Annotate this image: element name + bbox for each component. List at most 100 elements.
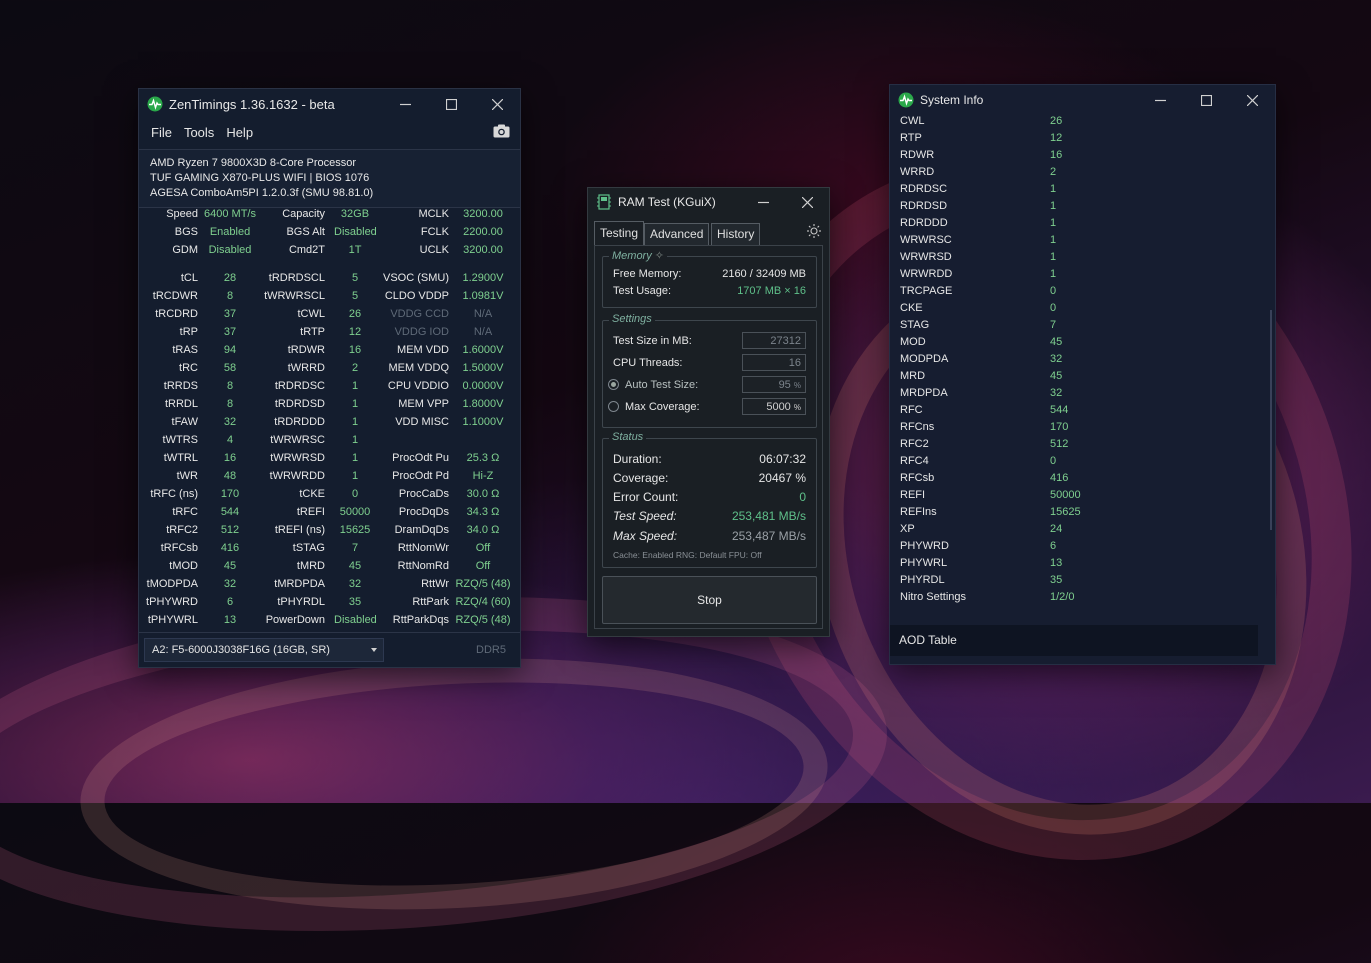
timing-label: CLDO VDDP — [384, 290, 449, 302]
close-button[interactable] — [785, 188, 829, 216]
close-button[interactable] — [474, 89, 520, 119]
duration-label: Duration: — [613, 452, 662, 466]
timing-value: 4 — [226, 434, 234, 446]
dimm-select-value: A2: F5-6000J3038F16G (16GB, SR) — [152, 644, 330, 656]
memory-group-title: Memory ✧ — [609, 249, 668, 262]
timing-value: 48 — [223, 470, 237, 482]
scrollbar[interactable] — [1270, 310, 1272, 530]
timing-value: 32 — [223, 416, 237, 428]
timing-label: FCLK — [420, 226, 449, 238]
list-item: PHYRDL 35 — [890, 573, 1260, 590]
item-value: 0 — [1050, 455, 1057, 467]
timing-label: RttNomWr — [397, 542, 449, 554]
stop-button[interactable]: Stop — [602, 576, 817, 624]
max-coverage-radio[interactable] — [608, 401, 619, 412]
timing-value: 416 — [220, 542, 240, 554]
minimize-button[interactable] — [382, 89, 428, 119]
timing-label: tRDRDSCL — [268, 272, 325, 284]
timing-row: tRAS 94 tRDWR 16 MEM VDD 1.6000V — [139, 342, 520, 360]
timing-value: 1T — [348, 244, 362, 256]
test-speed-label: Test Speed: — [613, 509, 677, 523]
timing-row: tWTRL 16 tWRWRSD 1 ProcOdt Pu 25.3 Ω — [139, 450, 520, 468]
tab-testing[interactable]: Testing — [594, 221, 645, 246]
list-item: PHYWRL 13 — [890, 556, 1260, 573]
minimize-button[interactable] — [741, 188, 785, 216]
item-value: 13 — [1050, 557, 1063, 569]
status-group: Status Duration: 06:07:32 Coverage: 20467 … — [602, 431, 817, 568]
item-key: PHYWRD — [900, 540, 949, 552]
free-memory-label: Free Memory: — [613, 268, 682, 280]
item-value: 1 — [1050, 217, 1057, 229]
menu-file[interactable]: File — [145, 125, 178, 140]
timing-value: Disabled — [208, 244, 252, 256]
ramtest-window[interactable]: RAM Test (KGuiX) Testing Advanced Histor… — [587, 187, 830, 637]
item-value: 1/2/0 — [1050, 591, 1075, 603]
maximize-button[interactable] — [428, 89, 474, 119]
camera-icon[interactable] — [493, 124, 510, 138]
timing-row: tPHYWRD 6 tPHYRDL 35 RttPark RZQ/4 (60) — [139, 594, 520, 612]
test-size-input[interactable]: 27312 — [742, 332, 806, 349]
zen-timings-grid: tCL 28 tRDRDSCL 5 VSOC (SMU) 1.2900V tRCDWR 8 tW… — [139, 270, 520, 630]
timing-label: tWRWRSD — [270, 452, 325, 464]
timing-value: RZQ/4 (60) — [455, 596, 511, 608]
item-value: 1 — [1050, 251, 1057, 263]
item-key: REFI — [900, 489, 926, 501]
timing-label: tMOD — [169, 560, 198, 572]
timing-label: tRC — [179, 362, 198, 374]
list-item: MODPDA 32 — [890, 352, 1260, 369]
zentimings-app-icon — [147, 96, 163, 112]
item-key: PHYWRL — [900, 557, 948, 569]
timing-value: 32 — [223, 578, 237, 590]
timing-label: VDDG CCD — [390, 308, 449, 320]
list-item: MRD 45 — [890, 369, 1260, 386]
timing-value: 1.8000V — [462, 398, 504, 410]
aod-table-header[interactable]: AOD Table — [890, 625, 1258, 656]
timing-label: tRAS — [172, 344, 198, 356]
timing-row: tPHYWRL 13 PowerDown Disabled RttParkDqs RZQ/… — [139, 612, 520, 630]
timing-label: RttWr — [421, 578, 449, 590]
auto-test-size-input[interactable]: 95 % — [742, 376, 806, 393]
max-coverage-input[interactable]: 5000 % — [742, 398, 806, 415]
tab-history[interactable]: History — [711, 223, 761, 245]
item-value: 12 — [1050, 132, 1063, 144]
system-info-window[interactable]: System Info WRWRSCL5CWL26RTP12RDWR16WRRD… — [889, 84, 1276, 665]
timing-label: tRCDWR — [152, 290, 198, 302]
error-count-label: Error Count: — [613, 490, 679, 504]
tab-advanced[interactable]: Advanced — [644, 223, 710, 245]
timing-value: 1 — [351, 452, 359, 464]
zentimings-app-icon — [898, 92, 914, 108]
auto-test-size-label: Auto Test Size: — [625, 379, 699, 391]
ram-titlebar[interactable]: RAM Test (KGuiX) — [588, 188, 829, 216]
timing-label: tRDRDSD — [274, 398, 325, 410]
timing-label: tREFI (ns) — [274, 524, 325, 536]
list-item: PHYWRD 6 — [890, 539, 1260, 556]
max-speed-label: Max Speed: — [613, 529, 678, 543]
timing-value: 32 — [348, 578, 362, 590]
item-key: REFIns — [900, 506, 937, 518]
theme-sun-icon[interactable] — [807, 224, 821, 238]
timing-row: tMOD 45 tMRD 45 RttNomRd Off — [139, 558, 520, 576]
menu-help[interactable]: Help — [220, 125, 259, 140]
timing-value: 1 — [351, 470, 359, 482]
item-value: 5 — [1050, 108, 1056, 110]
zentimings-window[interactable]: ZenTimings 1.36.1632 - beta File Tools H… — [138, 88, 521, 668]
zen-titlebar[interactable]: ZenTimings 1.36.1632 - beta — [139, 89, 520, 119]
cpu-threads-input[interactable]: 16 — [742, 354, 806, 371]
test-usage-value: 1707 MB × 16 — [737, 285, 806, 297]
system-info-list[interactable]: WRWRSCL5CWL26RTP12RDWR16WRRD2RDRDSC1RDRD… — [890, 108, 1260, 613]
timing-label: VDD MISC — [395, 416, 449, 428]
list-item: RFCns 170 — [890, 420, 1260, 437]
timing-label: tRFC (ns) — [150, 488, 198, 500]
item-value: 416 — [1050, 472, 1069, 484]
timing-label: DramDqDs — [394, 524, 449, 536]
minimize-icon — [399, 103, 411, 105]
timing-value: 1 — [351, 434, 359, 446]
dimm-select[interactable]: A2: F5-6000J3038F16G (16GB, SR) — [144, 638, 384, 662]
menu-tools[interactable]: Tools — [178, 125, 220, 140]
settings-group-title: Settings — [609, 313, 655, 325]
timing-value: 8 — [226, 398, 234, 410]
list-item: CWL 26 — [890, 114, 1260, 131]
timing-value: 6 — [226, 596, 234, 608]
timing-label: tRFC — [172, 506, 198, 518]
auto-test-size-radio[interactable] — [608, 379, 619, 390]
